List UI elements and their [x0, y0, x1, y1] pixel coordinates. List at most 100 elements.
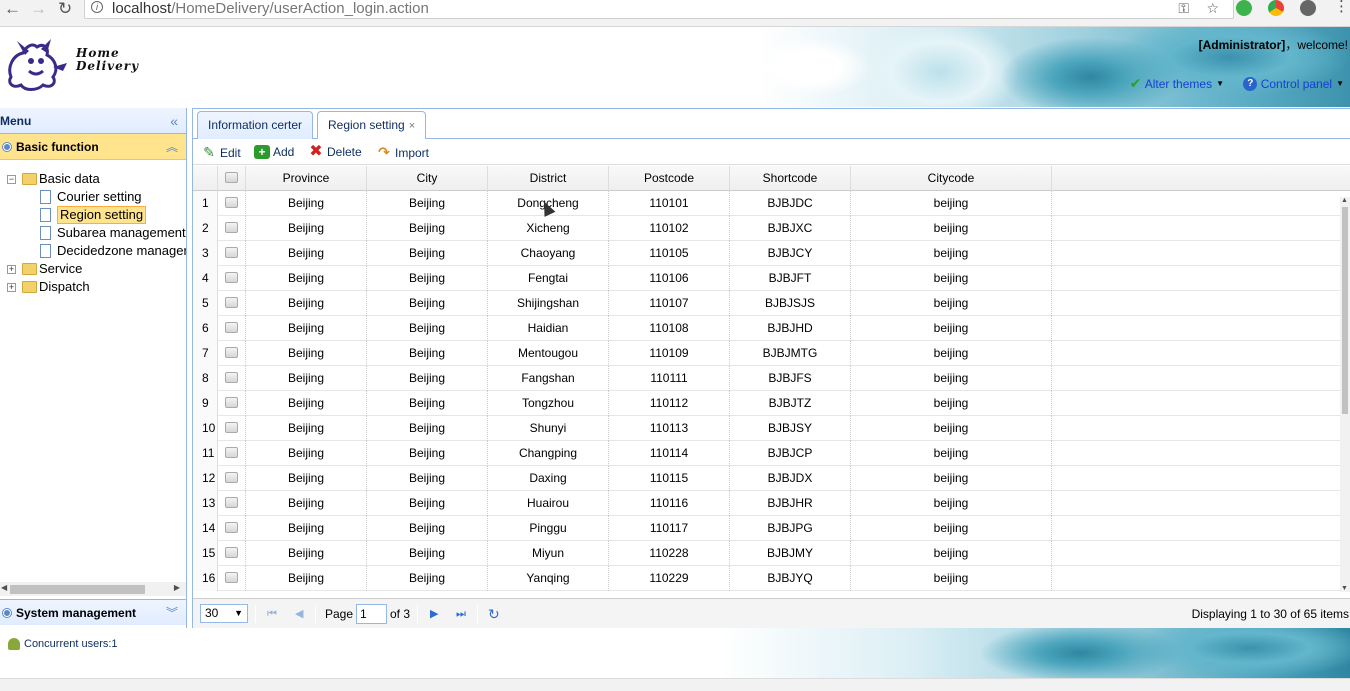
row-select-cell[interactable]	[218, 191, 246, 216]
alter-themes-link[interactable]: ✔ Alter themes ▼	[1130, 75, 1224, 92]
page-number-input[interactable]	[356, 604, 387, 624]
collapse-node-icon[interactable]: −	[7, 175, 16, 184]
import-button[interactable]: ↷ Import	[376, 139, 429, 166]
table-row[interactable]: 8 Beijing Beijing Fangshan 110111 BJBJFS beiji…	[193, 366, 1350, 391]
row-select-cell[interactable]	[218, 366, 246, 391]
row-checkbox[interactable]	[225, 297, 238, 309]
column-header-province[interactable]: Province	[246, 166, 367, 191]
horizontal-scrollbar[interactable]: ◀ ▶	[0, 582, 186, 596]
page-size-select[interactable]: 30 ▼	[200, 604, 248, 623]
table-row[interactable]: 14 Beijing Beijing Pinggu 110117 BJBJPG beijin…	[193, 516, 1350, 541]
row-checkbox[interactable]	[225, 322, 238, 334]
refresh-icon[interactable]: ↻	[488, 599, 500, 629]
scroll-right-icon[interactable]: ▶	[174, 583, 180, 592]
row-checkbox[interactable]	[225, 372, 238, 384]
chevron-down-icon[interactable]: ︾	[166, 600, 178, 626]
tree-node[interactable]: Subarea management	[0, 224, 186, 242]
row-select-cell[interactable]	[218, 491, 246, 516]
table-row[interactable]: 3 Beijing Beijing Chaoyang 110105 BJBJCY beiji…	[193, 241, 1350, 266]
table-row[interactable]: 12 Beijing Beijing Daxing 110115 BJBJDX beijin…	[193, 466, 1350, 491]
row-checkbox[interactable]	[225, 447, 238, 459]
extension-green-icon[interactable]	[1236, 0, 1252, 16]
table-row[interactable]: 15 Beijing Beijing Miyun 110228 BJBJMY beijing	[193, 541, 1350, 566]
table-row[interactable]: 6 Beijing Beijing Haidian 110108 BJBJHD beijin…	[193, 316, 1350, 341]
vertical-scrollbar[interactable]: ▲ ▼	[1340, 197, 1350, 592]
forward-icon[interactable]: →	[30, 0, 47, 17]
column-header-district[interactable]: District	[488, 166, 609, 191]
chevron-up-icon[interactable]: ︽	[166, 134, 178, 160]
info-icon[interactable]: i	[91, 1, 103, 13]
accordion-basic-function[interactable]: Basic function ︽	[0, 134, 186, 160]
column-header-city[interactable]: City	[367, 166, 488, 191]
table-row[interactable]: 4 Beijing Beijing Fengtai 110106 BJBJFT beijin…	[193, 266, 1350, 291]
row-checkbox[interactable]	[225, 472, 238, 484]
row-checkbox[interactable]	[225, 547, 238, 559]
table-row[interactable]: 11 Beijing Beijing Changping 110114 BJBJCP bei…	[193, 441, 1350, 466]
expand-node-icon[interactable]: +	[7, 265, 16, 274]
column-header-postcode[interactable]: Postcode	[609, 166, 730, 191]
table-row[interactable]: 13 Beijing Beijing Huairou 110116 BJBJHR beiji…	[193, 491, 1350, 516]
row-select-cell[interactable]	[218, 466, 246, 491]
row-checkbox[interactable]	[225, 572, 238, 584]
star-icon[interactable]: ☆	[1206, 1, 1219, 15]
table-row[interactable]: 10 Beijing Beijing Shunyi 110113 BJBJSY beijin…	[193, 416, 1350, 441]
row-checkbox[interactable]	[225, 422, 238, 434]
edit-button[interactable]: ✎ Edit	[201, 139, 241, 166]
row-checkbox[interactable]	[225, 197, 238, 209]
last-page-icon[interactable]: ⏭	[456, 599, 466, 629]
tree-node[interactable]: Decidedzone management	[0, 242, 186, 260]
scroll-thumb[interactable]	[10, 585, 145, 594]
row-checkbox[interactable]	[225, 497, 238, 509]
row-checkbox[interactable]	[225, 222, 238, 234]
column-header-citycode[interactable]: Citycode	[851, 166, 1052, 191]
collapse-left-icon[interactable]: «	[170, 108, 178, 134]
scroll-down-icon[interactable]: ▼	[1341, 585, 1348, 592]
tree-node[interactable]: + Dispatch	[0, 278, 186, 296]
back-icon[interactable]: ←	[4, 0, 21, 17]
scroll-left-icon[interactable]: ◀	[1, 583, 7, 592]
row-checkbox[interactable]	[225, 347, 238, 359]
row-checkbox[interactable]	[225, 247, 238, 259]
table-row[interactable]: 7 Beijing Beijing Mentougou 110109 BJBJMTG bei…	[193, 341, 1350, 366]
table-row[interactable]: 9 Beijing Beijing Tongzhou 110112 BJBJTZ beiji…	[193, 391, 1350, 416]
row-select-cell[interactable]	[218, 291, 246, 316]
row-select-cell[interactable]	[218, 241, 246, 266]
row-checkbox[interactable]	[225, 397, 238, 409]
next-page-icon[interactable]: ▶	[430, 599, 438, 629]
table-row[interactable]: 5 Beijing Beijing Shijingshan 110107 BJBJSJS b…	[193, 291, 1350, 316]
tree-node[interactable]: Region setting	[0, 206, 186, 224]
row-select-cell[interactable]	[218, 516, 246, 541]
control-panel-link[interactable]: ? Control panel ▼	[1243, 76, 1344, 91]
extension-compass-icon[interactable]	[1300, 0, 1316, 16]
scroll-thumb[interactable]	[1342, 207, 1348, 414]
row-select-cell[interactable]	[218, 216, 246, 241]
tab-information-center[interactable]: Information certer	[197, 111, 314, 139]
scroll-up-icon[interactable]: ▲	[1341, 197, 1348, 204]
row-checkbox[interactable]	[225, 272, 238, 284]
kebab-menu-icon[interactable]: ⋮	[1334, 0, 1349, 14]
expand-node-icon[interactable]: +	[7, 283, 16, 292]
row-select-cell[interactable]	[218, 341, 246, 366]
add-button[interactable]: + Add	[254, 139, 294, 165]
tab-region-setting[interactable]: Region setting ×	[317, 111, 427, 140]
row-select-cell[interactable]	[218, 391, 246, 416]
select-all-header[interactable]	[218, 166, 246, 191]
row-checkbox[interactable]	[225, 522, 238, 534]
prev-page-icon[interactable]: ◀	[295, 599, 303, 629]
row-select-cell[interactable]	[218, 266, 246, 291]
first-page-icon[interactable]: ⏮	[267, 599, 277, 629]
reload-icon[interactable]: ↻	[58, 0, 72, 17]
delete-button[interactable]: ✖ Delete	[308, 139, 361, 165]
tree-node[interactable]: − Basic data	[0, 170, 186, 188]
row-select-cell[interactable]	[218, 416, 246, 441]
row-select-cell[interactable]	[218, 541, 246, 566]
table-row[interactable]: 2 Beijing Beijing Xicheng 110102 BJBJXC beijin…	[193, 216, 1350, 241]
table-row[interactable]: 16 Beijing Beijing Yanqing 110229 BJBJYQ beiji…	[193, 566, 1350, 591]
address-bar[interactable]: i localhost/HomeDelivery/userAction_logi…	[84, 0, 1234, 19]
row-select-cell[interactable]	[218, 316, 246, 341]
extension-chrome-icon[interactable]	[1268, 0, 1284, 16]
tree-node[interactable]: + Service	[0, 260, 186, 278]
key-icon[interactable]: ⚿	[1178, 1, 1189, 15]
row-select-cell[interactable]	[218, 566, 246, 591]
select-all-checkbox[interactable]	[225, 172, 238, 184]
